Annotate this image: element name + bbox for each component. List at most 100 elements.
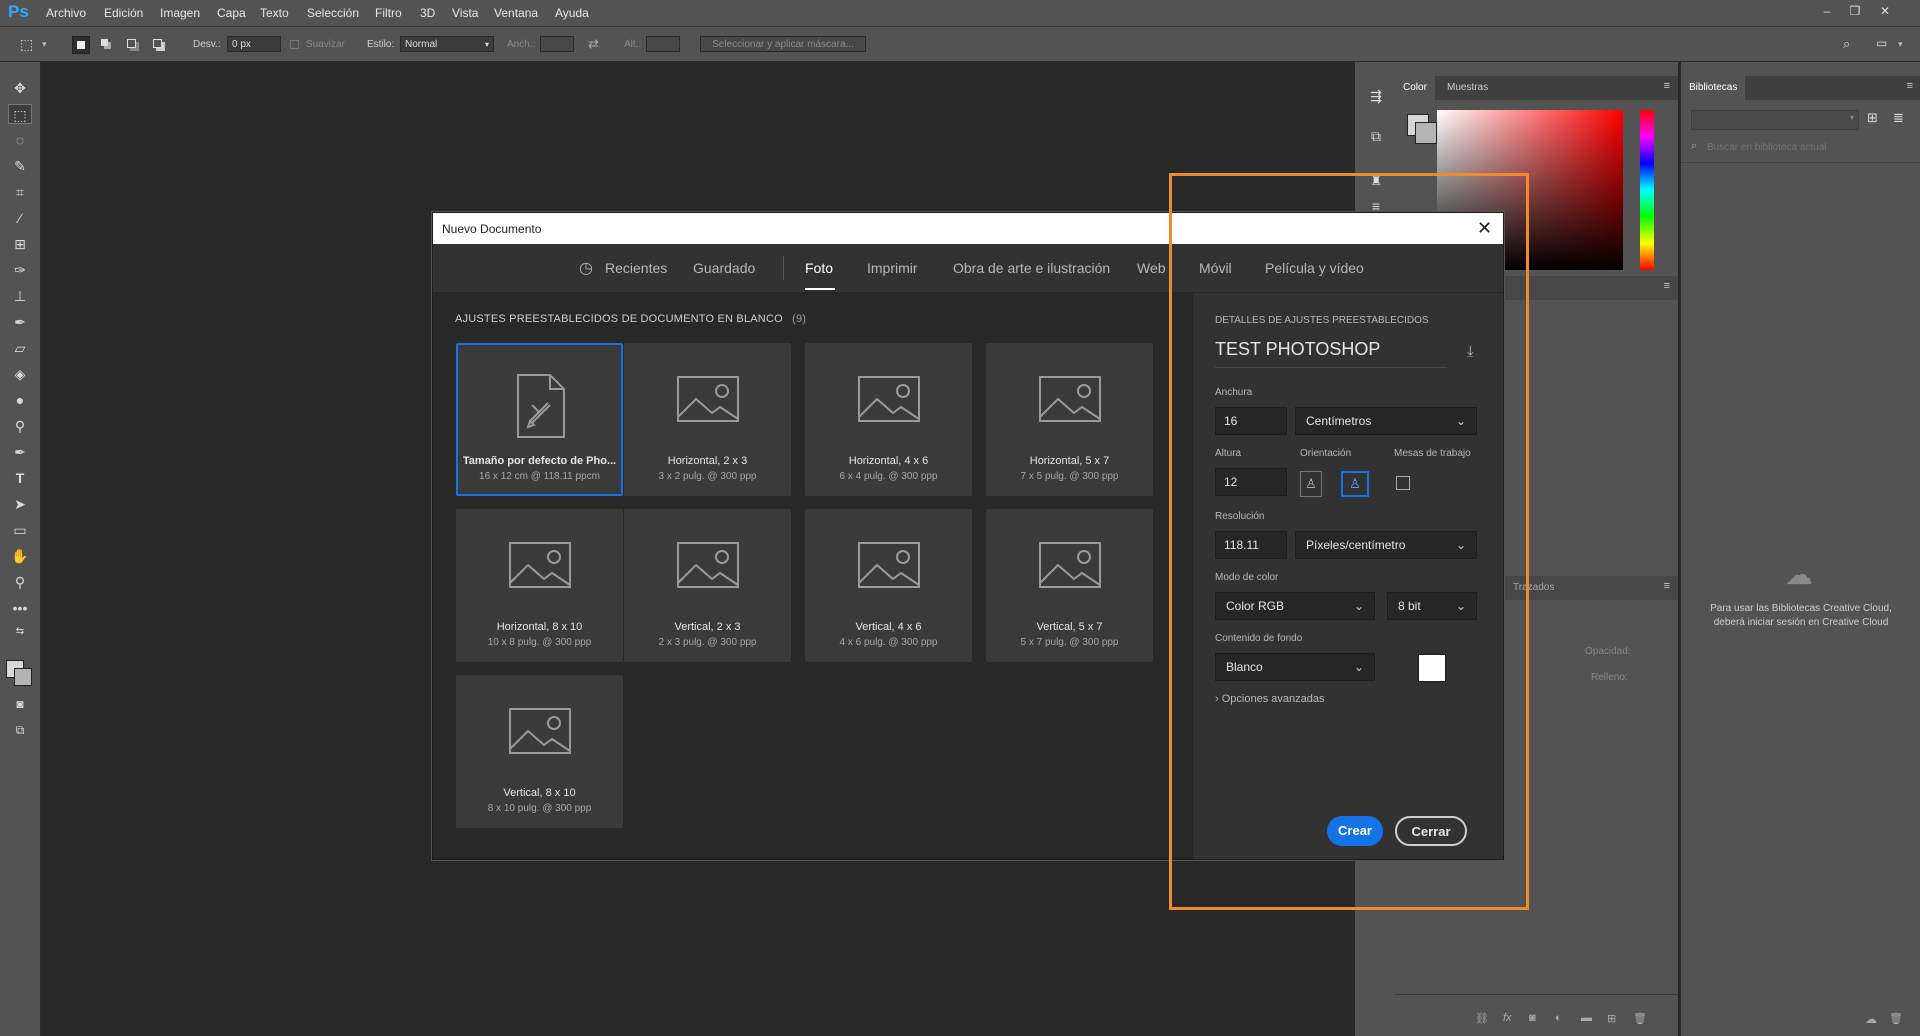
panel-menu-icon[interactable]: ≡: [1664, 80, 1670, 92]
marquee-tool-icon[interactable]: ⬚: [20, 36, 36, 52]
eraser-tool-icon[interactable]: ▱: [8, 338, 32, 358]
width-unit-select[interactable]: Centímetros ⌄: [1295, 407, 1477, 435]
default-colors-icon[interactable]: ⇆: [8, 622, 32, 642]
height-input[interactable]: [646, 36, 680, 52]
minimize-icon[interactable]: –: [1818, 4, 1836, 20]
intersect-selection-icon[interactable]: [150, 36, 166, 52]
feather-input[interactable]: 0 px: [227, 36, 281, 52]
library-select[interactable]: ▾: [1691, 110, 1859, 130]
preset-card[interactable]: Horizontal, 8 x 10 10 x 8 pulg. @ 300 pp…: [456, 509, 623, 662]
library-search-input[interactable]: [1705, 138, 1905, 156]
resolution-input[interactable]: 118.11: [1215, 531, 1287, 559]
tab-libraries[interactable]: Bibliotecas: [1681, 76, 1746, 100]
grid-view-icon[interactable]: ⊞: [1867, 110, 1878, 126]
preset-card[interactable]: Vertical, 2 x 3 2 x 3 pulg. @ 300 ppp: [624, 509, 791, 662]
type-tool-icon[interactable]: T: [8, 468, 32, 488]
menu-vista[interactable]: Vista: [452, 6, 478, 20]
new-selection-icon[interactable]: [72, 36, 90, 54]
background-color-swatch[interactable]: [1418, 654, 1446, 682]
menu-imagen[interactable]: Imagen: [160, 6, 200, 20]
history-panel-icon[interactable]: ⇶: [1367, 88, 1385, 106]
tab-movil[interactable]: Móvil: [1199, 260, 1232, 276]
properties-panel-icon[interactable]: ⧉: [1367, 128, 1385, 146]
preset-card[interactable]: Tamaño por defecto de Pho... 16 x 12 cm …: [456, 343, 623, 496]
preset-card[interactable]: Horizontal, 4 x 6 6 x 4 pulg. @ 300 ppp: [805, 343, 972, 496]
add-selection-icon[interactable]: [98, 36, 114, 52]
menu-filtro[interactable]: Filtro: [375, 6, 402, 20]
artboards-checkbox[interactable]: [1396, 476, 1410, 490]
panel-menu-icon[interactable]: ≡: [1664, 580, 1670, 592]
link-layers-icon[interactable]: ⛓: [1475, 1012, 1489, 1025]
stamp-tool-icon[interactable]: ⊥: [8, 286, 32, 306]
preset-name-field[interactable]: TEST PHOTOSHOP: [1215, 339, 1447, 368]
restore-icon[interactable]: ❐: [1846, 4, 1864, 20]
trash-icon[interactable]: 🗑: [1889, 1012, 1903, 1025]
resolution-unit-select[interactable]: Píxeles/centímetro ⌄: [1295, 531, 1477, 559]
search-icon[interactable]: ⌕: [1843, 36, 1859, 52]
tab-obra-de-arte[interactable]: Obra de arte e ilustración: [953, 260, 1110, 276]
panel-menu-icon[interactable]: ≡: [1907, 80, 1913, 92]
frame-tool-icon[interactable]: ⊞: [8, 234, 32, 254]
tab-color[interactable]: Color: [1395, 76, 1435, 100]
tab-paths[interactable]: Trazados: [1505, 576, 1562, 600]
hand-tool-icon[interactable]: ✋: [8, 546, 32, 566]
more-tools-icon[interactable]: •••: [8, 598, 32, 618]
group-icon[interactable]: ▬: [1581, 1012, 1592, 1024]
actions-panel-icon[interactable]: ♜: [1367, 172, 1385, 190]
preset-card[interactable]: Vertical, 4 x 6 4 x 6 pulg. @ 300 ppp: [805, 509, 972, 662]
zoom-tool-icon[interactable]: ⚲: [8, 572, 32, 592]
background-color-swatch[interactable]: [14, 668, 32, 686]
select-and-mask-button[interactable]: Seleccionar y aplicar máscara...: [700, 36, 866, 52]
paint-bucket-icon[interactable]: ◈: [8, 364, 32, 384]
crop-tool-icon[interactable]: ⌗: [8, 182, 32, 202]
history-brush-icon[interactable]: ✒: [8, 312, 32, 332]
tab-imprimir[interactable]: Imprimir: [867, 260, 918, 276]
tab-foto[interactable]: Foto: [805, 260, 833, 276]
chevron-down-icon[interactable]: ▾: [42, 39, 58, 55]
tab-recientes[interactable]: Recientes: [605, 260, 667, 276]
antialias-checkbox[interactable]: [290, 40, 299, 49]
menu-texto[interactable]: Texto: [260, 6, 289, 20]
preset-card[interactable]: Horizontal, 5 x 7 7 x 5 pulg. @ 300 ppp: [986, 343, 1153, 496]
swap-icon[interactable]: ⇄: [588, 36, 604, 52]
dodge-tool-icon[interactable]: ⚲: [8, 416, 32, 436]
tab-guardado[interactable]: Guardado: [693, 260, 755, 276]
menu-3d[interactable]: 3D: [420, 6, 435, 20]
adjustment-layer-icon[interactable]: ◐: [1555, 1012, 1562, 1024]
screen-mode-icon[interactable]: ⧉: [8, 720, 32, 740]
preset-card[interactable]: Horizontal, 2 x 3 3 x 2 pulg. @ 300 ppp: [624, 343, 791, 496]
tab-web[interactable]: Web: [1137, 260, 1166, 276]
workspace-icon[interactable]: ▭: [1876, 36, 1892, 52]
menu-edicion[interactable]: Edición: [104, 6, 143, 20]
mask-icon[interactable]: ◙: [1529, 1012, 1536, 1024]
menu-capa[interactable]: Capa: [217, 6, 246, 20]
portrait-orientation-icon[interactable]: ♙: [1300, 471, 1322, 497]
landscape-orientation-icon[interactable]: ♙: [1341, 471, 1369, 497]
menu-seleccion[interactable]: Selección: [307, 6, 359, 20]
rectangle-tool-icon[interactable]: ▭: [8, 520, 32, 540]
save-preset-icon[interactable]: ⤓: [1467, 343, 1474, 360]
height-input[interactable]: 12: [1215, 468, 1287, 496]
pen-tool-icon[interactable]: ✒: [8, 442, 32, 462]
preset-card[interactable]: Vertical, 8 x 10 8 x 10 pulg. @ 300 ppp: [456, 675, 623, 828]
menu-archivo[interactable]: Archivo: [46, 6, 86, 20]
new-layer-icon[interactable]: ⊞: [1607, 1012, 1616, 1025]
preset-card[interactable]: Vertical, 5 x 7 5 x 7 pulg. @ 300 ppp: [986, 509, 1153, 662]
chevron-down-icon[interactable]: ▾: [1898, 39, 1914, 55]
close-button[interactable]: Cerrar: [1395, 816, 1467, 846]
color-mode-select[interactable]: Color RGB ⌄: [1215, 592, 1375, 620]
tab-pelicula-y-video[interactable]: Película y vídeo: [1265, 260, 1364, 276]
style-select[interactable]: Normal ▾: [400, 36, 494, 52]
menu-ayuda[interactable]: Ayuda: [555, 6, 589, 20]
bit-depth-select[interactable]: 8 bit ⌄: [1387, 592, 1477, 620]
window-close-icon[interactable]: ✕: [1876, 4, 1894, 20]
hue-slider[interactable]: [1640, 110, 1654, 270]
lasso-tool-icon[interactable]: ◌: [8, 130, 32, 150]
panel-menu-icon[interactable]: ≡: [1664, 280, 1670, 292]
trash-icon[interactable]: 🗑: [1633, 1012, 1647, 1025]
background-color-swatch[interactable]: [1415, 122, 1437, 144]
width-input[interactable]: [540, 36, 574, 52]
move-tool-icon[interactable]: ✥: [8, 78, 32, 98]
blur-tool-icon[interactable]: ●: [8, 390, 32, 410]
menu-ventana[interactable]: Ventana: [494, 6, 538, 20]
